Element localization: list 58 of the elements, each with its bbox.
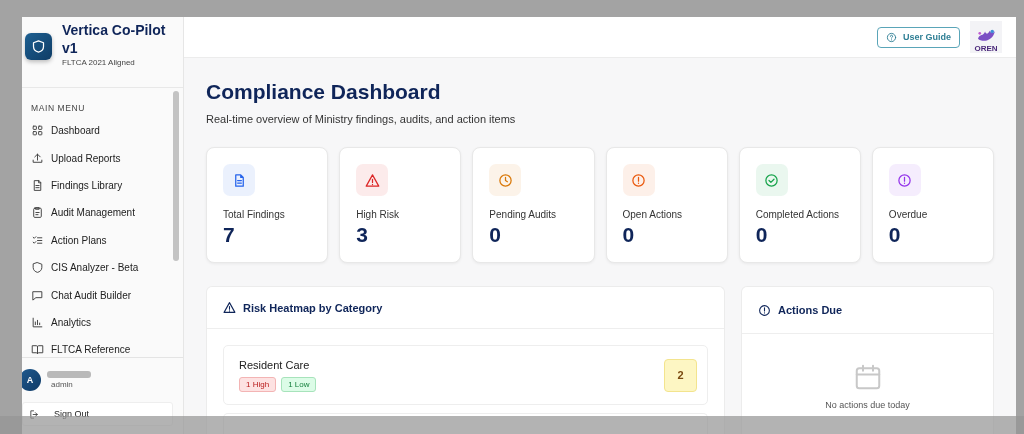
check-circle-icon bbox=[764, 172, 780, 188]
count-badge: 2 bbox=[664, 358, 697, 392]
user-guide-button[interactable]: User Guide bbox=[877, 26, 960, 48]
stat-value: 0 bbox=[489, 223, 503, 247]
sidebar-item[interactable]: Dashboard bbox=[31, 117, 171, 145]
panel-title: Risk Heatmap by Category bbox=[243, 301, 383, 314]
shield-icon bbox=[31, 39, 46, 54]
risk-tag: 1 Low bbox=[281, 376, 317, 392]
app-name: Vertica Co-Pilot v1 bbox=[62, 21, 167, 57]
category-name: Resident Care bbox=[239, 358, 311, 371]
sidebar-item[interactable]: Audit Management bbox=[31, 199, 171, 227]
splash-logo-icon bbox=[975, 28, 997, 44]
risk-tag: 1 High bbox=[239, 376, 277, 392]
clipboard-icon bbox=[31, 206, 44, 220]
warning-icon bbox=[223, 301, 236, 314]
app-tagline: FLTCA 2021 Aligned bbox=[62, 58, 136, 67]
clock-icon bbox=[497, 172, 513, 188]
shield-icon bbox=[31, 261, 44, 275]
stat-label: Overdue bbox=[888, 209, 929, 220]
grid-icon bbox=[31, 124, 44, 138]
user-avatar: A bbox=[22, 369, 41, 391]
warning-icon bbox=[364, 172, 380, 188]
stat-value: 0 bbox=[622, 223, 636, 247]
stat-value: 7 bbox=[223, 223, 236, 247]
stat-value: 0 bbox=[888, 223, 902, 247]
help-icon bbox=[886, 31, 897, 43]
checklist-icon bbox=[31, 233, 44, 247]
stat-label: Open Actions bbox=[622, 209, 683, 220]
user-role: admin bbox=[51, 380, 74, 389]
stat-label: Pending Audits bbox=[489, 209, 558, 220]
alert-circle-icon bbox=[631, 172, 646, 188]
stat-value: 0 bbox=[755, 223, 769, 247]
bar-chart-icon bbox=[31, 315, 44, 329]
sidebar-item[interactable]: Upload Reports bbox=[31, 144, 171, 172]
page-subtitle: Real-time overview of Ministry findings, audits, and action items bbox=[206, 113, 517, 125]
sidebar-item[interactable]: Findings Library bbox=[31, 171, 171, 200]
page-title: Compliance Dashboard bbox=[206, 80, 442, 104]
stat-value: 3 bbox=[356, 223, 369, 247]
alert-circle-icon bbox=[758, 303, 771, 317]
book-icon bbox=[31, 343, 44, 357]
sidebar-item[interactable]: FLTCA Reference bbox=[31, 336, 171, 357]
menu-heading: MAIN MENU bbox=[31, 103, 87, 113]
panel-title: Actions Due bbox=[778, 304, 843, 316]
stat-label: High Risk bbox=[356, 209, 400, 220]
logo-text: OREN bbox=[974, 44, 998, 53]
document-icon bbox=[31, 178, 44, 192]
sidebar-item[interactable]: Chat Audit Builder bbox=[31, 281, 171, 309]
stat-label: Total Findings bbox=[223, 209, 286, 220]
empty-message: No actions due today bbox=[825, 400, 910, 410]
scrollbar-thumb[interactable] bbox=[173, 91, 179, 261]
sidebar-item[interactable]: CIS Analyzer - Beta bbox=[31, 253, 171, 282]
stat-label: Completed Actions bbox=[755, 209, 841, 220]
sidebar-item[interactable]: Analytics bbox=[31, 308, 171, 337]
sidebar-item[interactable]: Action Plans bbox=[31, 226, 171, 254]
upload-icon bbox=[31, 151, 44, 165]
alert-circle-icon bbox=[897, 172, 913, 188]
chat-bubble-icon bbox=[31, 288, 44, 302]
redacted-text bbox=[47, 371, 91, 378]
